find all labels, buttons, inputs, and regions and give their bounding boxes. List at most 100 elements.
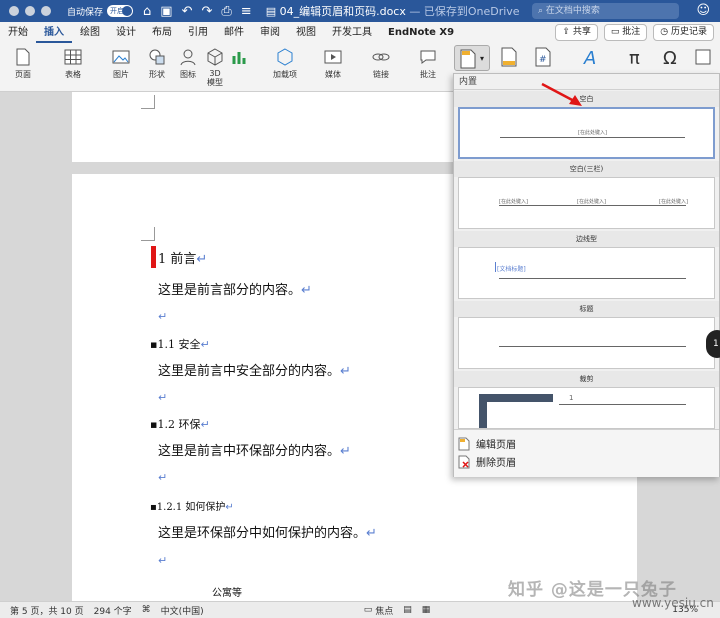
edit-header-menu-item[interactable]: 编辑页眉: [458, 436, 516, 451]
heading-2[interactable]: ▪1.2 环保↵: [150, 416, 210, 432]
media-icon: [324, 50, 342, 64]
gallery-item-title[interactable]: 标题: [454, 301, 719, 369]
redo-icon[interactable]: ↷: [201, 4, 212, 19]
shapes-icon: [149, 49, 165, 65]
partial-paragraph[interactable]: 公寓等: [212, 584, 242, 599]
gallery-item-crop[interactable]: 裁剪 1: [454, 371, 719, 429]
equation-button[interactable]: π: [622, 47, 652, 69]
language-indicator[interactable]: 中文(中国): [161, 604, 204, 617]
more-ribbon-icon: [695, 49, 711, 65]
header-thumbnail[interactable]: 1: [458, 387, 715, 429]
tab-design[interactable]: 设计: [108, 22, 144, 43]
gallery-item-sideline[interactable]: 边线型 [文档标题]: [454, 231, 719, 299]
title-bar: 自动保存 开启 ⌂ ▣ ↶ ↷ ⎙ ≡ ▤ 04_编辑页眉和页码.docx — …: [0, 0, 720, 22]
history-icon: ◷: [660, 27, 671, 37]
autosave-toggle[interactable]: 开启: [107, 5, 134, 17]
symbol-button[interactable]: Ω: [658, 47, 684, 69]
gallery-item-blank-three-column[interactable]: 空白(三栏) [在此处键入] [在此处键入] [在此处键入]: [454, 161, 719, 229]
media-button[interactable]: 媒体: [318, 47, 348, 80]
smartart-group[interactable]: [230, 47, 252, 69]
more-icon[interactable]: ≡: [241, 4, 252, 19]
remove-header-icon: [458, 455, 470, 468]
picture-icon: [112, 50, 130, 64]
empty-paragraph[interactable]: ↵: [158, 471, 167, 484]
icons-icon: [180, 49, 196, 66]
save-icon[interactable]: ▣: [160, 4, 172, 19]
page-button[interactable]: 页面: [8, 47, 38, 80]
cube-icon: [207, 48, 223, 66]
body-paragraph[interactable]: 这里是前言部分的内容。↵: [158, 279, 312, 298]
more-ribbon-button[interactable]: [690, 47, 716, 69]
zoom-window-button[interactable]: [41, 6, 51, 16]
heading-highlight-bar: [151, 246, 156, 268]
comment-icon: ▭: [610, 27, 623, 37]
tab-review[interactable]: 审阅: [252, 22, 288, 43]
page-indicator[interactable]: 第 5 页，共 10 页: [10, 604, 84, 617]
window-controls: [9, 6, 51, 16]
print-layout-icon[interactable]: ▤: [403, 605, 412, 615]
history-button[interactable]: ◷ 历史记录: [653, 24, 714, 41]
search-input[interactable]: ⌕ 在文档中搜索: [532, 3, 679, 19]
tab-draw[interactable]: 绘图: [72, 22, 108, 43]
tab-mailings[interactable]: 邮件: [216, 22, 252, 43]
header-gallery-dropdown[interactable]: 内置 空白 [在此处键入] 空白(三栏) [在此处键入] [在此处键入] [在此…: [453, 73, 720, 477]
share-button[interactable]: ⇪ 共享: [555, 24, 598, 41]
body-paragraph[interactable]: 这里是环保部分中如何保护的内容。↵: [158, 522, 377, 541]
table-button[interactable]: 表格: [56, 47, 90, 80]
tab-home[interactable]: 开始: [0, 22, 36, 43]
header-button[interactable]: ▾: [454, 45, 490, 71]
tab-developer[interactable]: 开发工具: [324, 22, 380, 43]
page-number-button[interactable]: #: [528, 47, 558, 69]
header-thumbnail[interactable]: [458, 317, 715, 369]
header-thumbnail[interactable]: [在此处键入] [在此处键入] [在此处键入]: [458, 177, 715, 229]
model3d-button[interactable]: 3D 模型: [203, 47, 227, 87]
pi-icon: π: [629, 48, 640, 67]
empty-paragraph[interactable]: ↵: [158, 554, 167, 567]
empty-paragraph[interactable]: ↵: [158, 310, 167, 323]
icons-button[interactable]: 图标: [176, 47, 200, 80]
focus-label[interactable]: 焦点: [375, 604, 393, 617]
close-window-button[interactable]: [9, 6, 19, 16]
body-paragraph[interactable]: 这里是前言中环保部分的内容。↵: [158, 440, 351, 459]
heading-2[interactable]: ▪1.1 安全↵: [150, 336, 210, 352]
svg-text:A: A: [583, 48, 596, 67]
home-icon[interactable]: ⌂: [143, 4, 151, 19]
minimize-window-button[interactable]: [25, 6, 35, 16]
web-layout-icon[interactable]: ▦: [422, 605, 431, 615]
search-icon: ⌕: [538, 6, 546, 16]
tab-references[interactable]: 引用: [180, 22, 216, 43]
tab-actions: ⇪ 共享 ▭ 批注 ◷ 历史记录: [555, 24, 714, 41]
footer-button[interactable]: [494, 47, 524, 69]
omega-icon: Ω: [663, 48, 677, 67]
header-thumbnail[interactable]: [在此处键入]: [458, 107, 715, 159]
header-icon: [460, 49, 476, 69]
comment-button[interactable]: 批注: [414, 47, 442, 80]
print-icon[interactable]: ⎙: [221, 4, 231, 19]
addins-button[interactable]: 加载项: [268, 47, 302, 80]
picture-button[interactable]: 图片: [106, 47, 136, 80]
focus-icon[interactable]: ▭: [364, 605, 373, 615]
header-thumbnail[interactable]: [文档标题]: [458, 247, 715, 299]
heading-3[interactable]: ▪1.2.1 如何保护↵: [150, 498, 234, 513]
tab-view[interactable]: 视图: [288, 22, 324, 43]
comments-button[interactable]: ▭ 批注: [603, 24, 648, 41]
empty-paragraph[interactable]: ↵: [158, 391, 167, 404]
site-watermark: www.yesiu.cn: [632, 596, 714, 610]
heading-1[interactable]: 1 前言↵: [158, 248, 207, 267]
autosave: 自动保存 开启: [67, 5, 134, 18]
feedback-icon[interactable]: ☺: [696, 3, 710, 18]
body-paragraph[interactable]: 这里是前言中安全部分的内容。↵: [158, 360, 351, 379]
crop-mark: [141, 95, 155, 109]
word-count[interactable]: 294 个字: [94, 604, 132, 617]
shapes-button[interactable]: 形状: [144, 47, 170, 80]
undo-icon[interactable]: ↶: [182, 4, 193, 19]
link-button[interactable]: 链接: [366, 47, 396, 80]
textbox-button[interactable]: A: [576, 47, 606, 69]
tab-insert[interactable]: 插入: [36, 22, 72, 43]
proofing-icon[interactable]: ⌘: [142, 605, 151, 615]
annotation-arrow: [541, 82, 582, 106]
remove-header-menu-item[interactable]: 删除页眉: [458, 454, 516, 469]
side-badge[interactable]: 1: [706, 330, 720, 358]
tab-layout[interactable]: 布局: [144, 22, 180, 43]
tab-endnote[interactable]: EndNote X9: [380, 22, 462, 43]
